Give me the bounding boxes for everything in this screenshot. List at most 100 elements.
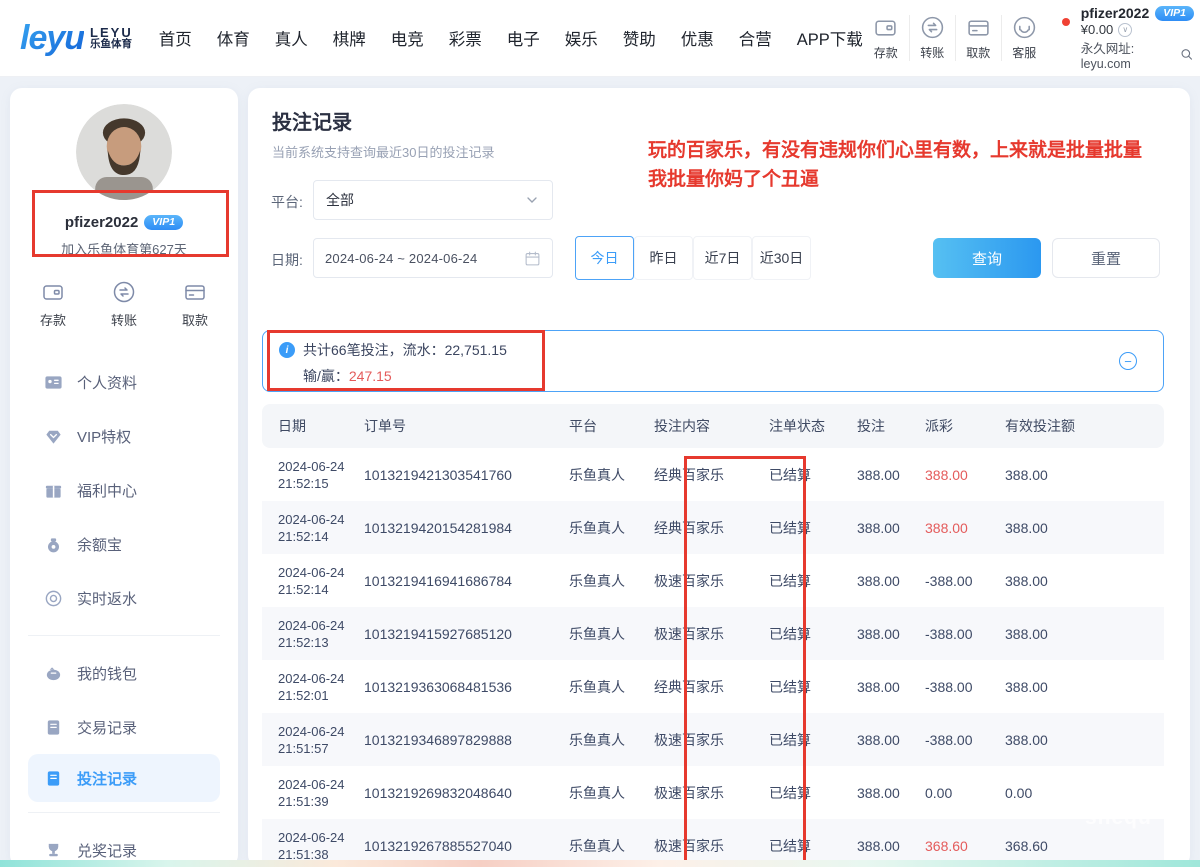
menu-divider xyxy=(28,635,220,636)
sidebar-deposit-button[interactable]: 存款 xyxy=(40,280,66,329)
header-status: 注单状态 xyxy=(763,404,851,448)
date-cell: 2024-06-2421:52:01 xyxy=(278,670,358,704)
header-payout: 派彩 xyxy=(919,404,999,448)
payout-cell: 0.00 xyxy=(919,766,999,819)
bank-card-icon xyxy=(183,280,207,304)
withdraw-button[interactable]: 取款 xyxy=(955,15,1001,61)
bank-card-icon xyxy=(966,15,991,40)
content-cell: 经典百家乐 xyxy=(648,501,763,554)
sidebar-item-wallet[interactable]: 我的钱包 xyxy=(10,646,238,700)
platform-cell: 乐鱼真人 xyxy=(563,501,648,554)
loss-win-label: 输/赢： xyxy=(303,368,349,384)
sidebar-item-transactions[interactable]: 交易记录 xyxy=(10,700,238,754)
deposit-label: 存款 xyxy=(874,44,898,61)
sidebar-withdraw-button[interactable]: 取款 xyxy=(182,280,208,329)
bet-cell: 388.00 xyxy=(851,501,919,554)
transfer-icon xyxy=(112,280,136,304)
order-cell: 1013219346897829888 xyxy=(358,713,563,766)
payout-cell: -388.00 xyxy=(919,713,999,766)
content-cell: 极速百家乐 xyxy=(648,713,763,766)
nav-item-affiliate[interactable]: 合营 xyxy=(739,26,772,50)
valid-cell: 388.00 xyxy=(999,554,1164,607)
table-row: 2024-06-2421:52:14 1013219416941686784 乐… xyxy=(262,554,1164,607)
nav-item-lottery[interactable]: 彩票 xyxy=(449,26,482,50)
sidebar-item-profile[interactable]: 个人资料 xyxy=(10,355,238,409)
search-icon[interactable] xyxy=(1180,47,1194,62)
sidebar-item-rebate[interactable]: 实时返水 xyxy=(10,571,238,625)
leyu-logo[interactable]: leyu LEYU 乐鱼体育 xyxy=(20,19,133,58)
chevron-down-icon xyxy=(524,192,540,208)
sidebar-transfer-button[interactable]: 转账 xyxy=(111,280,137,329)
status-cell: 已结算 xyxy=(763,554,851,607)
range-today-button[interactable]: 今日 xyxy=(575,236,634,280)
sidebar-item-yuebao[interactable]: 余额宝 xyxy=(10,517,238,571)
nav-item-sponsor[interactable]: 赞助 xyxy=(623,26,656,50)
deposit-button[interactable]: 存款 xyxy=(863,15,909,61)
range-30days-button[interactable]: 近30日 xyxy=(752,236,811,280)
nav-item-live[interactable]: 真人 xyxy=(275,26,308,50)
date-filter-label: 日期: xyxy=(271,250,303,270)
status-cell: 已结算 xyxy=(763,660,851,713)
customer-service-button[interactable]: 客服 xyxy=(1001,15,1047,61)
profile-block: pfizer2022 VIP1 加入乐鱼体育第627天 xyxy=(10,88,238,258)
bet-record-icon xyxy=(44,769,63,788)
table-row: 2024-06-2421:52:14 1013219420154281984 乐… xyxy=(262,501,1164,554)
sidebar-item-welfare[interactable]: 福利中心 xyxy=(10,463,238,517)
wallet-icon xyxy=(873,15,898,40)
nav-item-chess[interactable]: 棋牌 xyxy=(333,26,366,50)
page-subtitle: 当前系统支持查询最近30日的投注记录 xyxy=(272,142,494,161)
bet-cell: 388.00 xyxy=(851,766,919,819)
header-valid: 有效投注额 xyxy=(999,404,1164,448)
sidebar-item-bet-records[interactable]: 投注记录 xyxy=(28,754,220,802)
notification-dot xyxy=(1062,18,1070,26)
nav-item-app-download[interactable]: APP下载 xyxy=(797,26,863,50)
nav-item-esports[interactable]: 电竞 xyxy=(391,26,424,50)
bet-records-table: 日期 订单号 平台 投注内容 注单状态 投注 派彩 有效投注额 2024-06-… xyxy=(262,404,1164,867)
sidebar-menu: 个人资料 VIP特权 福利中心 余额宝 实时返水 我的钱包 xyxy=(10,355,238,867)
payout-cell: -388.00 xyxy=(919,660,999,713)
collapse-minus-icon[interactable]: − xyxy=(1119,352,1137,370)
table-header-row: 日期 订单号 平台 投注内容 注单状态 投注 派彩 有效投注额 xyxy=(262,404,1164,448)
nav-item-sports[interactable]: 体育 xyxy=(217,26,250,50)
content-cell: 经典百家乐 xyxy=(648,448,763,501)
sidebar-item-vip[interactable]: VIP特权 xyxy=(10,409,238,463)
range-yesterday-button[interactable]: 昨日 xyxy=(634,236,693,280)
nav-item-home[interactable]: 首页 xyxy=(159,26,192,50)
nav-item-slots[interactable]: 电子 xyxy=(507,26,540,50)
transfer-button[interactable]: 转账 xyxy=(909,15,955,61)
content-cell: 极速百家乐 xyxy=(648,554,763,607)
range-7days-button[interactable]: 近7日 xyxy=(693,236,752,280)
money-bag-icon xyxy=(44,535,63,554)
bet-cell: 388.00 xyxy=(851,660,919,713)
query-button[interactable]: 查询 xyxy=(933,238,1041,278)
date-cell: 2024-06-2421:51:57 xyxy=(278,723,358,757)
nav-item-promo[interactable]: 优惠 xyxy=(681,26,714,50)
quick-range-group: 今日 昨日 近7日 近30日 xyxy=(575,236,811,280)
info-icon: i xyxy=(279,342,295,358)
order-cell: 1013219416941686784 xyxy=(358,554,563,607)
main-content: 投注记录 当前系统支持查询最近30日的投注记录 平台: 全部 日期: 2024-… xyxy=(248,88,1190,867)
payout-cell: -388.00 xyxy=(919,554,999,607)
top-navbar: leyu LEYU 乐鱼体育 首页 体育 真人 棋牌 电竞 彩票 电子 娱乐 赞… xyxy=(0,0,1200,76)
page: leyu LEYU 乐鱼体育 首页 体育 真人 棋牌 电竞 彩票 电子 娱乐 赞… xyxy=(0,0,1200,867)
status-cell: 已结算 xyxy=(763,607,851,660)
summary-box: i 共计66笔投注，流水：22,751.15 输/赢：247.15 − xyxy=(262,330,1164,392)
customer-service-icon xyxy=(1012,15,1037,40)
platform-cell: 乐鱼真人 xyxy=(563,607,648,660)
id-card-icon xyxy=(44,373,63,392)
reset-button[interactable]: 重置 xyxy=(1052,238,1160,278)
ledger-icon xyxy=(44,718,63,737)
nav-item-entertainment[interactable]: 娱乐 xyxy=(565,26,598,50)
valid-cell: 388.00 xyxy=(999,501,1164,554)
balance-refresh-icon[interactable]: ∨ xyxy=(1118,23,1132,37)
table-row: 2024-06-2421:52:01 1013219363068481536 乐… xyxy=(262,660,1164,713)
summary-total: 共计66笔投注，流水：22,751.15 xyxy=(303,340,507,360)
date-range-input[interactable]: 2024-06-24 ~ 2024-06-24 xyxy=(313,238,553,278)
payout-cell: 388.00 xyxy=(919,448,999,501)
logo-text: leyu xyxy=(20,19,84,58)
platform-select-value: 全部 xyxy=(326,190,524,210)
profile-avatar[interactable] xyxy=(76,104,172,200)
rebate-icon xyxy=(44,589,63,608)
sidebar-wallet-actions: 存款 转账 取款 xyxy=(10,280,238,329)
platform-select[interactable]: 全部 xyxy=(313,180,553,220)
